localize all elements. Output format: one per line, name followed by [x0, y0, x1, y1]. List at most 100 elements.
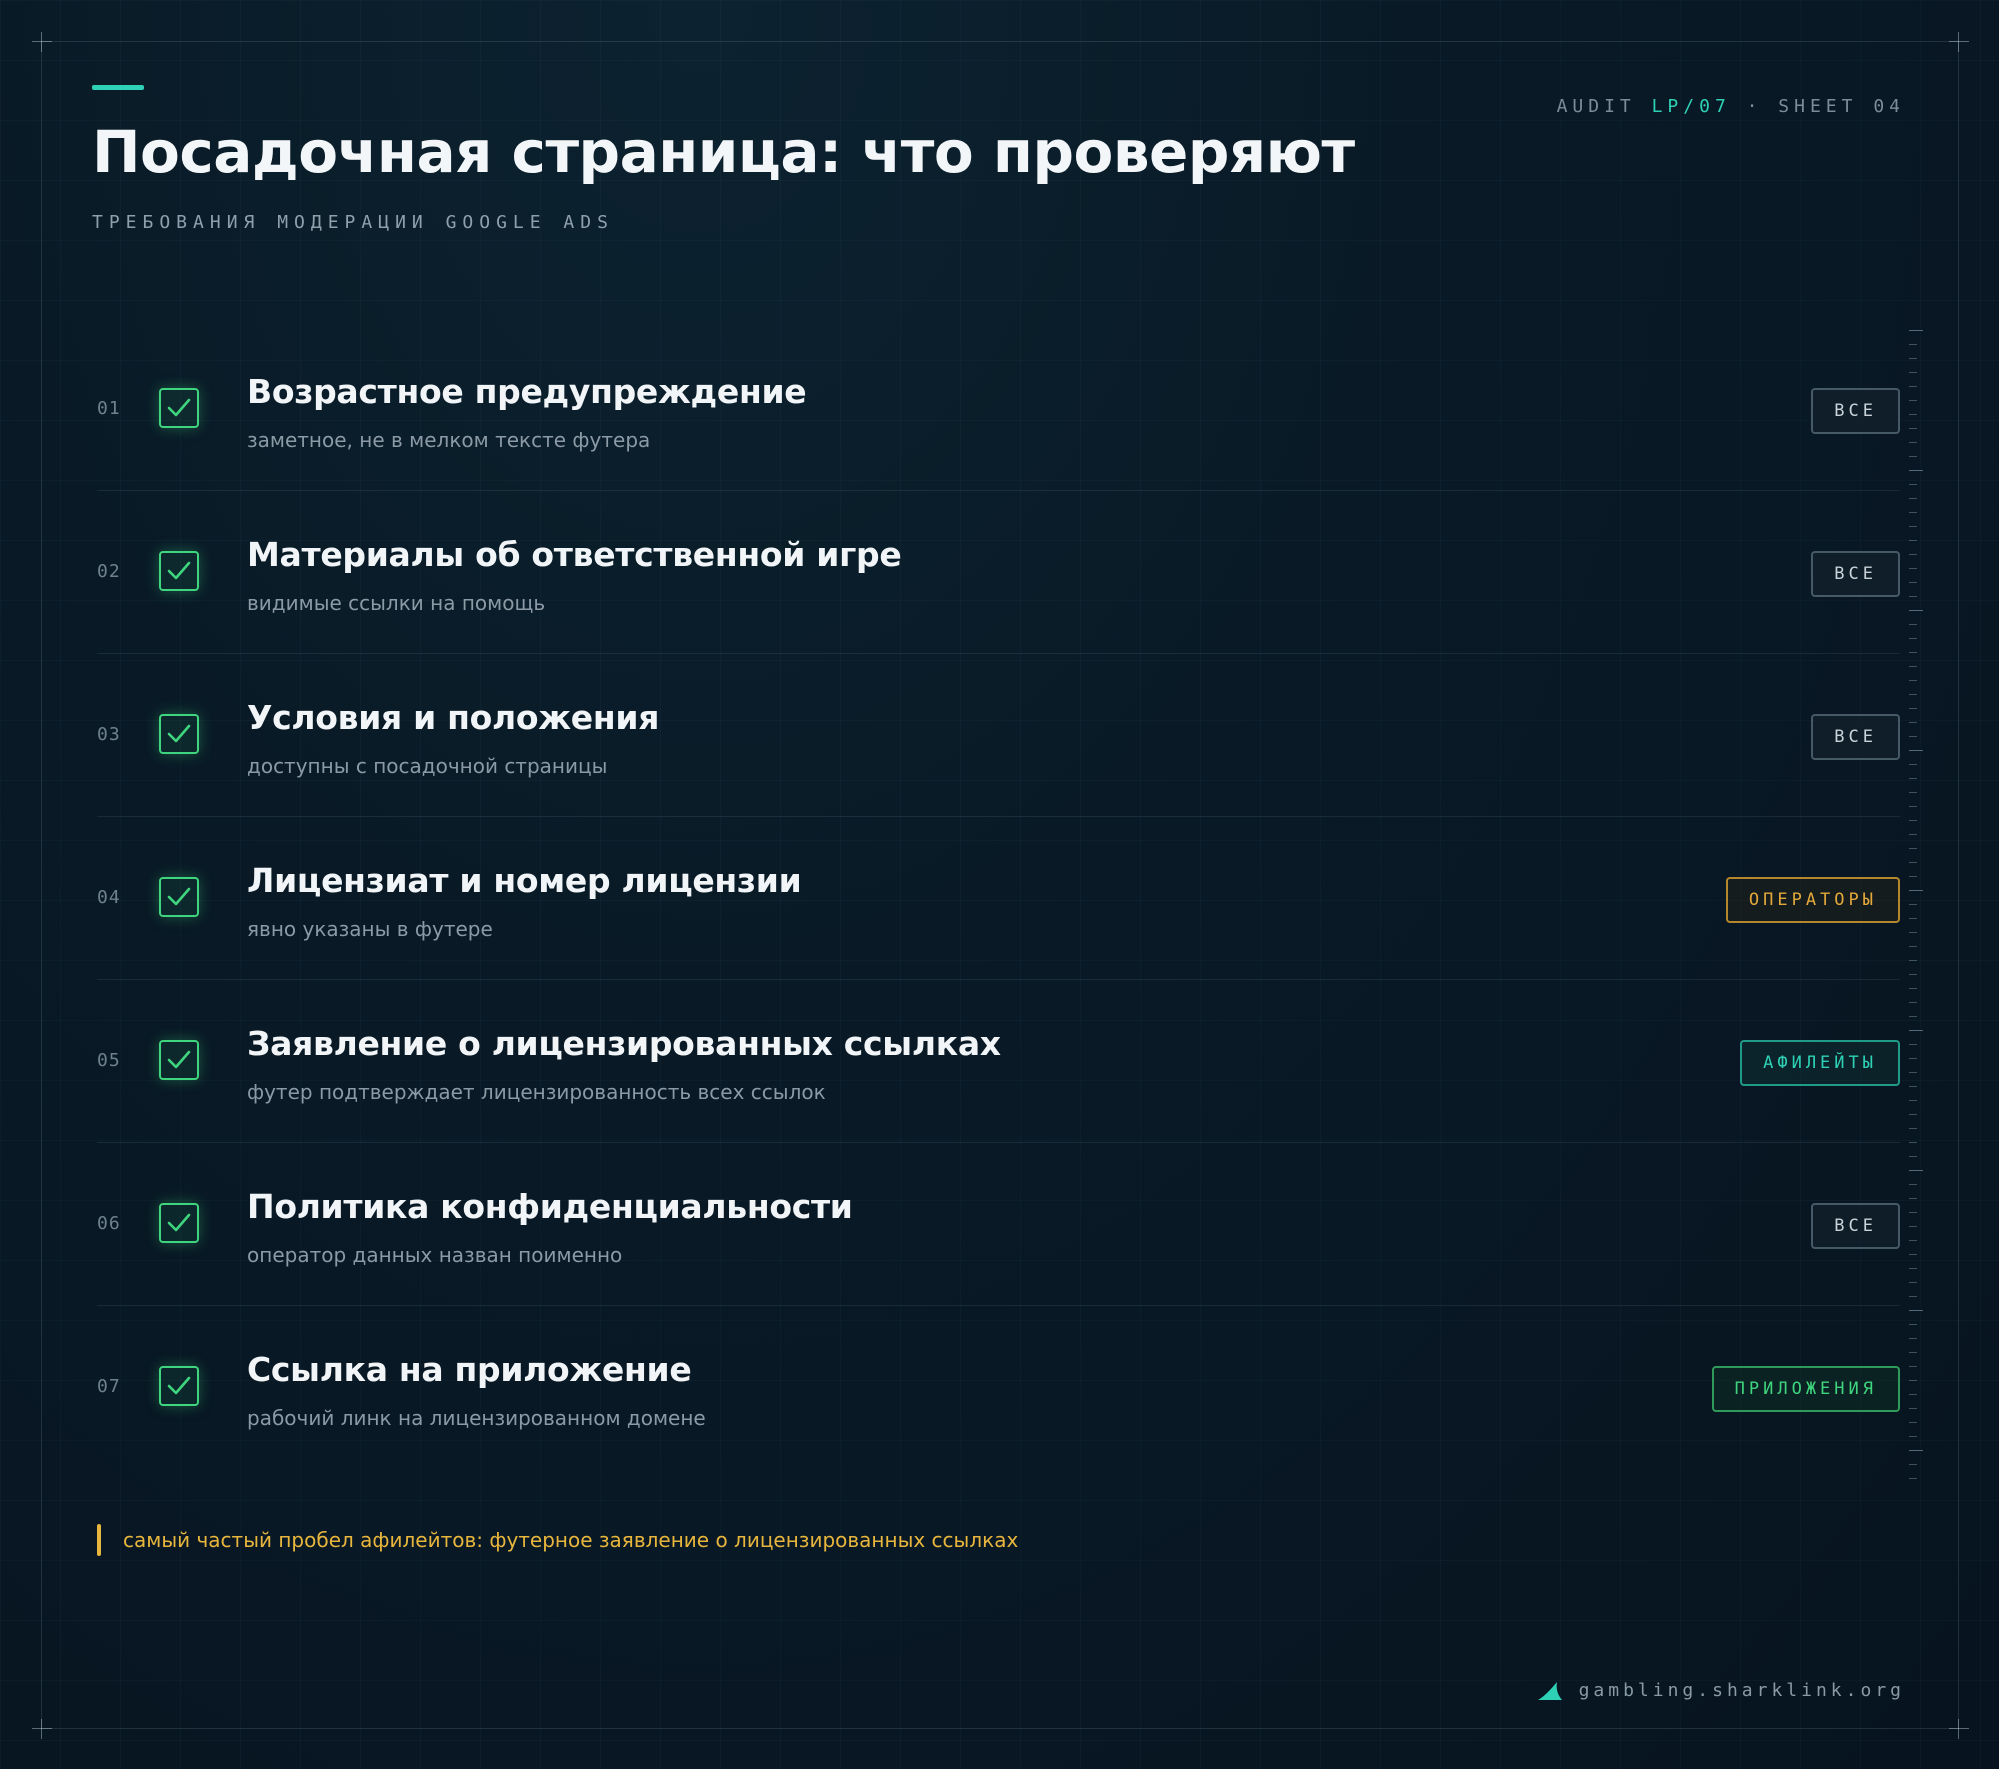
check-icon[interactable]: [159, 1040, 199, 1080]
ruler-tick: [1909, 568, 1917, 569]
audience-tag: ОПЕРАТОРЫ: [1725, 877, 1900, 923]
ruler-tick: [1909, 1408, 1917, 1409]
side-ruler: [1909, 330, 1925, 1479]
ruler-tick: [1909, 442, 1917, 443]
ruler-tick: [1909, 890, 1923, 891]
ruler-tick: [1909, 792, 1917, 793]
item-title: Материалы об ответственной игре: [247, 535, 902, 574]
ruler-tick: [1909, 1478, 1917, 1479]
ruler-tick: [1909, 1142, 1917, 1143]
ruler-tick: [1909, 1268, 1917, 1269]
audience-tag: ВСЕ: [1811, 551, 1900, 597]
check-icon[interactable]: [159, 388, 199, 428]
ruler-tick: [1909, 1184, 1917, 1185]
ruler-tick: [1909, 484, 1917, 485]
ruler-tick: [1909, 624, 1917, 625]
ruler-tick: [1909, 1212, 1917, 1213]
ruler-tick: [1909, 456, 1917, 457]
ruler-tick: [1909, 1394, 1917, 1395]
item-number: 02: [97, 561, 121, 582]
ruler-tick: [1909, 470, 1923, 471]
ruler-tick: [1909, 820, 1917, 821]
ruler-tick: [1909, 1128, 1917, 1129]
check-icon[interactable]: [159, 714, 199, 754]
ruler-tick: [1909, 834, 1917, 835]
ruler-tick: [1909, 946, 1917, 947]
ruler-tick: [1909, 778, 1917, 779]
item-title: Возрастное предупреждение: [247, 372, 807, 411]
ruler-tick: [1909, 1114, 1917, 1115]
ruler-tick: [1909, 540, 1917, 541]
corner-crosshair-icon: [1949, 32, 1969, 52]
ruler-tick: [1909, 1226, 1917, 1227]
ruler-tick: [1909, 1450, 1923, 1451]
ruler-tick: [1909, 512, 1917, 513]
ruler-tick: [1909, 1464, 1917, 1465]
ruler-tick: [1909, 904, 1917, 905]
ruler-tick: [1909, 428, 1917, 429]
checklist-row: 05 Заявление о лицензированных ссылках фут…: [97, 980, 1900, 1143]
audience-tag: ВСЕ: [1811, 388, 1900, 434]
shark-fin-icon: [1537, 1681, 1562, 1700]
corner-crosshair-icon: [32, 1719, 52, 1739]
ruler-tick: [1909, 554, 1917, 555]
ruler-tick: [1909, 988, 1917, 989]
check-icon[interactable]: [159, 551, 199, 591]
item-number: 04: [97, 887, 121, 908]
audience-tag: ВСЕ: [1811, 1203, 1900, 1249]
ruler-tick: [1909, 652, 1917, 653]
ruler-tick: [1909, 918, 1917, 919]
ruler-tick: [1909, 848, 1917, 849]
audience-tag: ПРИЛОЖЕНИЯ: [1711, 1366, 1900, 1412]
callout-note: самый частый пробел афилейтов: футерное …: [97, 1524, 1018, 1556]
ruler-tick: [1909, 1016, 1917, 1017]
ruler-tick: [1909, 708, 1917, 709]
audit-suffix: · SHEET 04: [1730, 96, 1905, 117]
ruler-tick: [1909, 1380, 1917, 1381]
item-number: 05: [97, 1050, 121, 1071]
ruler-tick: [1909, 1310, 1923, 1311]
ruler-tick: [1909, 1170, 1923, 1171]
ruler-tick: [1909, 974, 1917, 975]
ruler-tick: [1909, 1156, 1917, 1157]
item-number: 03: [97, 724, 121, 745]
audience-tag: АФИЛЕЙТЫ: [1740, 1040, 1900, 1086]
ruler-tick: [1909, 330, 1923, 331]
item-title: Условия и положения: [247, 698, 660, 737]
ruler-tick: [1909, 1030, 1923, 1031]
ruler-tick: [1909, 806, 1917, 807]
ruler-tick: [1909, 414, 1917, 415]
ruler-tick: [1909, 1058, 1917, 1059]
item-description: футер подтверждает лицензированность все…: [247, 1080, 826, 1104]
corner-crosshair-icon: [1949, 1719, 1969, 1739]
checklist: 01 Возрастное предупреждение заметное, не …: [97, 328, 1900, 1468]
item-title: Ссылка на приложение: [247, 1350, 692, 1389]
ruler-tick: [1909, 638, 1917, 639]
item-title: Лицензиат и номер лицензии: [247, 861, 802, 900]
ruler-tick: [1909, 1254, 1917, 1255]
ruler-tick: [1909, 1366, 1917, 1367]
audit-code: LP/07: [1651, 96, 1731, 117]
audit-prefix: AUDIT: [1556, 96, 1652, 117]
ruler-tick: [1909, 1422, 1917, 1423]
ruler-tick: [1909, 764, 1917, 765]
item-description: заметное, не в мелком тексте футера: [247, 428, 651, 452]
check-icon[interactable]: [159, 1366, 199, 1406]
ruler-tick: [1909, 750, 1923, 751]
ruler-tick: [1909, 582, 1917, 583]
ruler-tick: [1909, 400, 1917, 401]
checklist-row: 03 Условия и положения доступны с посадочн…: [97, 654, 1900, 817]
footer-url[interactable]: gambling.sharklink.org: [1579, 1680, 1905, 1701]
ruler-tick: [1909, 1436, 1917, 1437]
ruler-tick: [1909, 862, 1917, 863]
ruler-tick: [1909, 386, 1917, 387]
check-icon[interactable]: [159, 877, 199, 917]
item-number: 07: [97, 1376, 121, 1397]
check-icon[interactable]: [159, 1203, 199, 1243]
ruler-tick: [1909, 1086, 1917, 1087]
ruler-tick: [1909, 1100, 1917, 1101]
ruler-tick: [1909, 1240, 1917, 1241]
checklist-row: 01 Возрастное предупреждение заметное, не …: [97, 328, 1900, 491]
ruler-tick: [1909, 736, 1917, 737]
ruler-tick: [1909, 372, 1917, 373]
